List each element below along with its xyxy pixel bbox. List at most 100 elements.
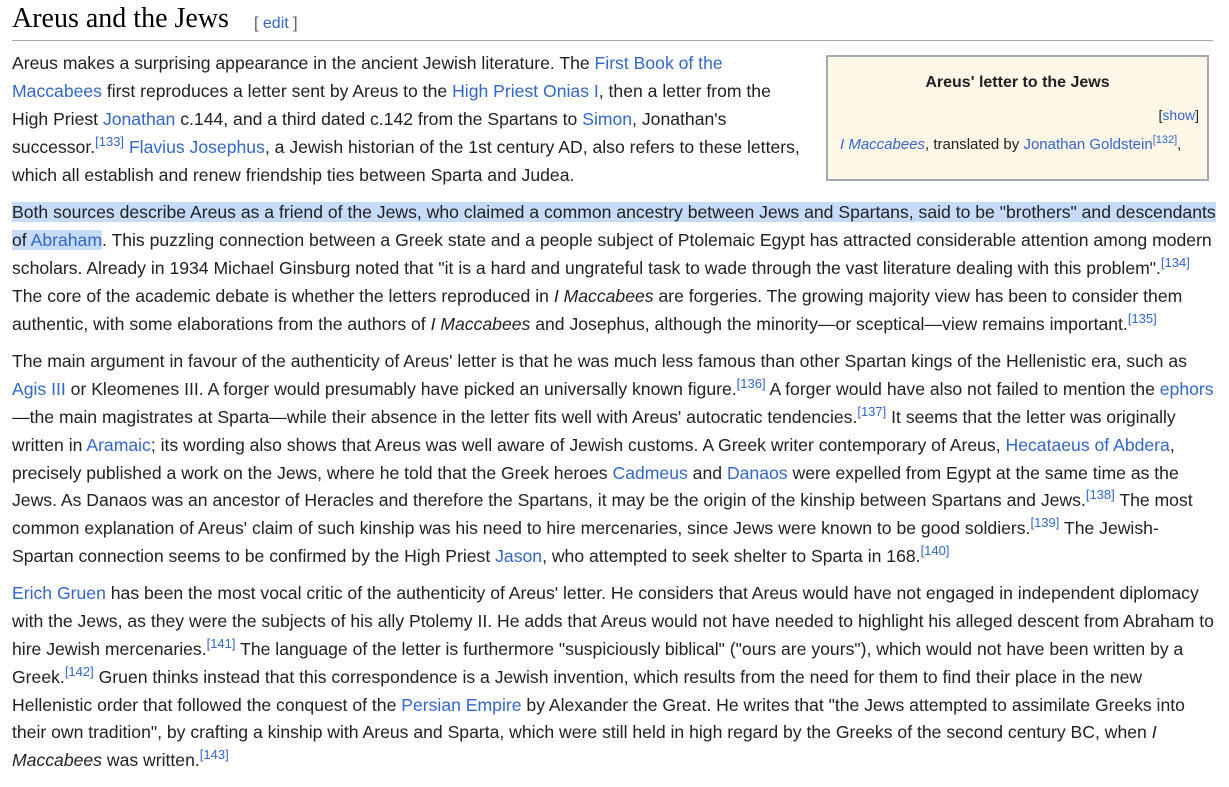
jason-link[interactable]: Jason: [495, 546, 542, 566]
text: authentic, with some elaborations from t…: [12, 313, 431, 334]
text: has been the most vocal critic of the au…: [105, 583, 1199, 603]
josephus-link[interactable]: Flavius Josephus: [129, 137, 265, 157]
gruen-link[interactable]: Erich Gruen: [12, 583, 106, 603]
text-line: Spartan connection seems to be confirmed…: [12, 543, 1213, 571]
text: precisely published a work on the Jews, …: [12, 462, 613, 483]
ref-141[interactable]: [141]: [207, 636, 236, 651]
text: A forger would have also not failed to m…: [765, 378, 1160, 399]
abraham-link[interactable]: Abraham: [31, 230, 102, 250]
ref-137[interactable]: [137]: [857, 404, 886, 419]
ephors-link[interactable]: ephors: [1160, 379, 1214, 399]
text: hire Jewish mercenaries.: [12, 638, 207, 659]
hecataeus-link[interactable]: Hecataeus of Abdera: [1006, 435, 1170, 455]
simon-link[interactable]: Simon: [582, 109, 632, 129]
first-maccabees-link[interactable]: First Book of the: [595, 53, 723, 73]
text-line: Hellenistic order that followed the conq…: [12, 692, 1213, 720]
cadmeus-link[interactable]: Cadmeus: [612, 463, 687, 483]
text-line: Erich Gruen has been the most vocal crit…: [12, 580, 1213, 608]
danaos-link[interactable]: Danaos: [727, 463, 788, 483]
text-line: Areus makes a surprising appearance in t…: [12, 50, 1213, 78]
text-line: hire Jewish mercenaries.[141] The langua…: [12, 636, 1213, 664]
text: and: [687, 462, 727, 483]
text-line: —the main magistrates at Sparta—while th…: [12, 404, 1213, 432]
text: , Jonathan's: [632, 108, 727, 129]
text: The language of the letter is furthermor…: [235, 638, 1184, 659]
text: The main argument in favour of the authe…: [12, 351, 1187, 371]
ref-133[interactable]: [133]: [95, 134, 124, 149]
text: are forgeries. The growing majority view…: [653, 285, 1183, 306]
ref-139[interactable]: [139]: [1030, 515, 1059, 530]
edit-open-bracket: [: [254, 15, 259, 32]
text-line: Maccabees first reproduces a letter sent…: [12, 78, 1213, 106]
maccabees-link[interactable]: Maccabees: [12, 81, 102, 101]
onias-link[interactable]: High Priest Onias I: [452, 81, 599, 101]
text: were expelled from Egypt at the same tim…: [787, 462, 1179, 483]
paragraph-2: Both sources describe Areus as a friend …: [12, 199, 1216, 339]
selected-text: of Abraham: [12, 229, 102, 250]
text: or Kleomenes III. A forger would presuma…: [65, 378, 737, 399]
article-page: Areus and the Jews [ edit ] Areus' lette…: [0, 0, 1229, 787]
text: Greek.: [12, 666, 65, 687]
text-line: authentic, with some elaborations from t…: [12, 311, 1213, 339]
text: c.144, and a third dated c.142 from the …: [175, 108, 583, 129]
text: by Alexander the Great. He writes that "…: [521, 694, 1185, 715]
text: ,: [1169, 434, 1175, 455]
text: —the main magistrates at Sparta—while th…: [12, 406, 858, 427]
ref-134[interactable]: [134]: [1161, 255, 1190, 270]
text: It seems that the letter was originally: [886, 406, 1176, 427]
text-line: Jews. As Danaos was an ancestor of Herac…: [12, 487, 1213, 515]
agis-link[interactable]: Agis III: [12, 379, 66, 399]
text-line: their own tradition", by crafting a kins…: [12, 719, 1213, 747]
ref-143[interactable]: [143]: [200, 747, 229, 762]
text: , who attempted to seek shelter to Spart…: [542, 546, 921, 567]
text: written in: [12, 434, 87, 455]
text: , then a letter from the: [598, 80, 771, 101]
paragraph-3: The main argument in favour of the authe…: [12, 348, 1214, 571]
text: common explanation of Areus' claim of su…: [12, 518, 1031, 539]
section-heading: Areus and the Jews [ edit ]: [12, 0, 1213, 41]
italic-title: Maccabees: [12, 750, 102, 771]
text: of: [12, 229, 31, 250]
jonathan-link[interactable]: Jonathan: [103, 109, 175, 129]
text: High Priest: [12, 108, 103, 129]
text-line: common explanation of Areus' claim of su…: [12, 515, 1213, 543]
text-line: scholars. Already in 1934 Michael Ginsbu…: [12, 255, 1213, 283]
text: Hellenistic order that followed the conq…: [12, 694, 402, 715]
italic-title: I Maccabees: [553, 285, 654, 306]
ref-140[interactable]: [140]: [921, 543, 950, 558]
text: The core of the academic debate is wheth…: [12, 285, 554, 306]
text: Gruen thinks instead that this correspon…: [93, 666, 1143, 687]
selected-text: Both sources describe Areus as a friend …: [12, 202, 1216, 222]
text: successor.: [12, 136, 96, 157]
ref-142[interactable]: [142]: [65, 664, 94, 679]
text-line: Agis III or Kleomenes III. A forger woul…: [12, 376, 1214, 404]
persian-empire-link[interactable]: Persian Empire: [401, 695, 521, 715]
text-line: Both sources describe Areus as a friend …: [12, 199, 1216, 227]
text: their own tradition", by crafting a kins…: [12, 722, 1152, 743]
text-line: High Priest Jonathan c.144, and a third …: [12, 106, 1213, 134]
text: was written.: [101, 750, 200, 771]
section-title: Areus and the Jews: [12, 3, 229, 34]
ref-135[interactable]: [135]: [1128, 311, 1157, 326]
text: which all establish and renew friendship…: [12, 164, 575, 185]
text-line: Greek.[142] Gruen thinks instead that th…: [12, 664, 1213, 692]
text-line: written in Aramaic; its wording also sho…: [12, 432, 1213, 460]
paragraph-1: Areus makes a surprising appearance in t…: [12, 50, 1213, 189]
text: . This puzzling connection between a Gre…: [101, 229, 1212, 250]
ref-136[interactable]: [136]: [737, 376, 766, 391]
text: Jews. As Danaos was an ancestor of Herac…: [12, 490, 1086, 511]
text-line: The main argument in favour of the authe…: [12, 348, 1213, 376]
text: first reproduces a letter sent by Areus …: [101, 80, 453, 101]
text: The Jewish-: [1059, 518, 1159, 539]
text: scholars. Already in 1934 Michael Ginsbu…: [12, 257, 1161, 278]
text: Spartan connection seems to be confirmed…: [12, 546, 496, 567]
edit-close-bracket: ]: [293, 15, 298, 32]
ref-138[interactable]: [138]: [1086, 487, 1115, 502]
italic-title: I: [1151, 722, 1157, 743]
text: The most: [1114, 490, 1193, 511]
text-line: The core of the academic debate is wheth…: [12, 283, 1213, 311]
text: with the Jews, as they were the subjects…: [12, 610, 1214, 631]
aramaic-link[interactable]: Aramaic: [86, 435, 151, 455]
text-line: with the Jews, as they were the subjects…: [12, 608, 1214, 636]
edit-link[interactable]: edit: [263, 15, 289, 32]
